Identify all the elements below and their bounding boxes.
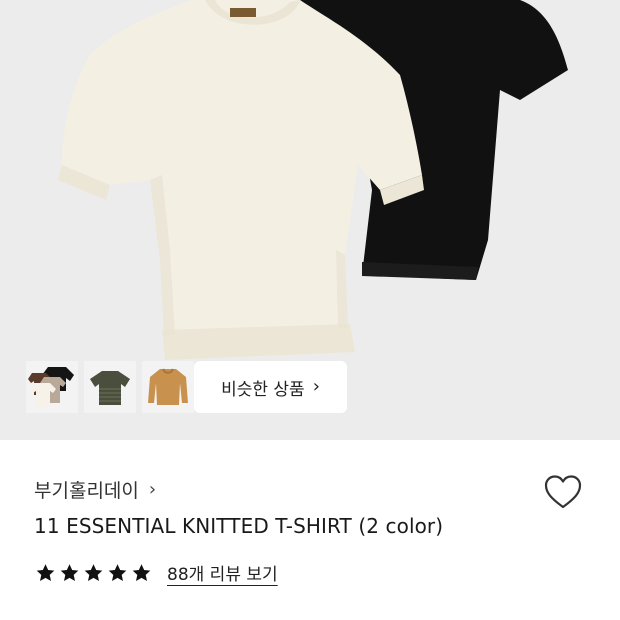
star-rating <box>34 562 153 584</box>
chevron-right-icon: › <box>148 479 157 500</box>
thumbnail-strip <box>26 361 194 413</box>
chevron-right-icon: › <box>312 375 320 397</box>
product-title: 11 ESSENTIAL KNITTED T-SHIRT (2 color) <box>34 514 444 538</box>
brand-link[interactable]: 부기홀리데이 › <box>34 476 156 503</box>
thumb-multicolor-tees[interactable] <box>26 361 78 413</box>
rating-row: 88개 리뷰 보기 <box>34 560 278 585</box>
review-link[interactable]: 88개 리뷰 보기 <box>167 560 278 585</box>
product-image-gallery[interactable]: 비슷한 상품 › <box>0 0 620 440</box>
star-filled-icon <box>36 563 55 581</box>
star-filled-icon <box>60 563 79 581</box>
similar-products-button[interactable]: 비슷한 상품 › <box>194 361 347 413</box>
star-filled-icon <box>132 563 151 581</box>
star-filled-icon <box>108 563 127 581</box>
similar-products-label: 비슷한 상품 <box>221 379 305 400</box>
star-filled-icon <box>84 563 103 581</box>
brand-name: 부기홀리데이 <box>34 480 139 502</box>
heart-outline-icon[interactable] <box>542 472 584 512</box>
thumb-camel-sweater[interactable] <box>142 361 194 413</box>
thumb-striped-tee[interactable] <box>84 361 136 413</box>
